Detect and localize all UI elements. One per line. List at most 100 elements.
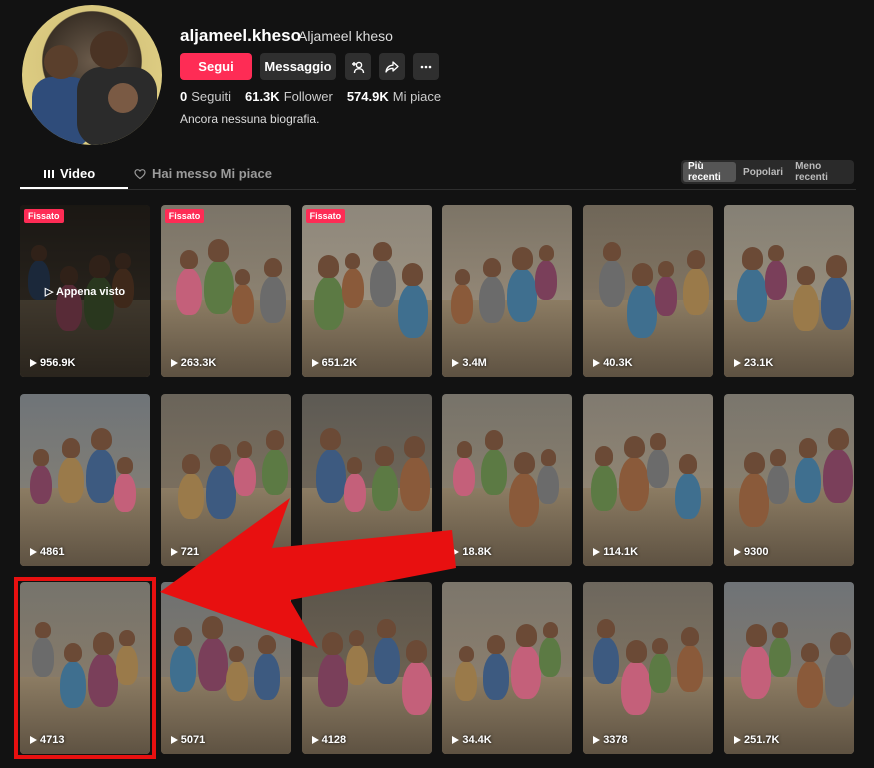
- video-card[interactable]: 23.1K: [724, 205, 854, 377]
- video-card[interactable]: 4128: [301, 582, 432, 754]
- play-icon: [593, 736, 601, 744]
- video-card[interactable]: 3378: [583, 582, 714, 754]
- view-count: 18.8K: [452, 546, 492, 558]
- thumbnail-figure: [683, 268, 710, 315]
- add-friend-button[interactable]: [345, 53, 371, 80]
- video-card[interactable]: 5071: [160, 582, 291, 754]
- message-button[interactable]: Messaggio: [260, 53, 336, 80]
- video-card[interactable]: 40.3K: [583, 205, 714, 377]
- video-card[interactable]: 18.8K: [442, 393, 573, 566]
- view-count: 114.1K: [593, 546, 638, 558]
- liked-lock-icon: [134, 168, 146, 179]
- thumbnail-figure: [621, 661, 652, 715]
- thumbnail-figure-head: [631, 263, 653, 286]
- thumbnail-figure-head: [542, 621, 559, 639]
- view-count-value: 263.3K: [180, 357, 217, 369]
- tab-video-label: Video: [60, 166, 96, 181]
- video-card[interactable]: ▷ Appena visto Fissato 956.9K: [20, 205, 150, 377]
- thumbnail-figure-head: [61, 438, 81, 458]
- thumbnail-figure: [317, 653, 348, 707]
- thumbnail-figure-head: [235, 268, 251, 286]
- thumbnail-figure-head: [681, 626, 700, 647]
- play-icon: [452, 359, 460, 367]
- thumbnail-figure: [535, 260, 558, 300]
- thumbnail-figure-head: [456, 441, 473, 458]
- thumbnail-figure-head: [90, 427, 112, 450]
- thumbnail-figure-head: [404, 435, 426, 458]
- stat-following[interactable]: 0 Seguiti: [180, 89, 231, 104]
- thumbnail-figure-head: [344, 252, 361, 270]
- thumbnail-figure-head: [322, 632, 344, 655]
- thumbnail-figure-head: [33, 449, 49, 466]
- thumbnail-figure: [793, 284, 819, 331]
- thumbnail-figure-head: [377, 618, 396, 639]
- thumbnail-figure-head: [210, 443, 232, 466]
- thumbnail-figure: [253, 653, 280, 700]
- play-icon: [311, 736, 319, 744]
- thumbnail-figure: [453, 456, 476, 497]
- thumbnail-figure: [114, 472, 136, 513]
- view-count-value: 3378: [603, 734, 628, 746]
- thumbnail-figure: [345, 645, 368, 685]
- thumbnail-figure: [197, 637, 228, 691]
- thumbnail-figure: [259, 276, 286, 323]
- thumbnail-figure: [369, 260, 396, 307]
- view-count: 263.3K: [170, 357, 217, 369]
- thumbnail-figure-head: [515, 624, 537, 647]
- thumbnail-figure-head: [373, 241, 392, 262]
- thumbnail-figure-head: [772, 621, 788, 639]
- thumbnail-figure: [341, 268, 364, 308]
- thumbnail-figure-head: [825, 255, 847, 278]
- thumbnail-figure-head: [117, 457, 133, 474]
- video-card[interactable]: 251.7K: [724, 582, 854, 754]
- thumbnail-figure: [399, 456, 430, 511]
- thumbnail-figure-head: [768, 244, 784, 262]
- thumbnail-figure: [86, 448, 116, 503]
- thumbnail-figure-head: [173, 626, 192, 647]
- video-card[interactable]: 721: [160, 393, 291, 566]
- thumbnail-figure: [591, 464, 618, 512]
- thumbnail-figure: [479, 276, 506, 323]
- follow-button[interactable]: Segui: [180, 53, 252, 80]
- thumbnail-figure: [507, 268, 538, 322]
- video-card[interactable]: [301, 393, 432, 566]
- tab-liked[interactable]: Hai messo Mi piace: [134, 166, 272, 181]
- video-card[interactable]: Fissato 263.3K: [160, 205, 291, 377]
- more-options-button[interactable]: [413, 53, 439, 80]
- tab-video[interactable]: Video: [44, 166, 95, 181]
- sort-recent[interactable]: Più recenti: [683, 161, 737, 183]
- view-count: 721: [170, 546, 199, 558]
- video-card[interactable]: 9300: [724, 393, 854, 566]
- play-icon: [170, 359, 178, 367]
- grid-icon: [44, 169, 54, 178]
- view-count-value: 3.4M: [462, 357, 487, 369]
- video-card[interactable]: 114.1K: [583, 393, 714, 566]
- thumbnail-figure: [823, 448, 853, 503]
- sort-popular[interactable]: Popolari: [738, 162, 788, 182]
- thumbnail-figure-head: [743, 451, 765, 474]
- video-card[interactable]: 34.4K: [442, 582, 573, 754]
- sort-oldest[interactable]: Meno recenti: [790, 161, 852, 183]
- thumbnail-figure: [795, 456, 821, 504]
- view-count: 9300: [734, 546, 768, 558]
- play-icon: [734, 736, 741, 744]
- profile-avatar[interactable]: [22, 5, 162, 145]
- video-card[interactable]: 3.4M: [442, 205, 573, 377]
- share-button[interactable]: [379, 53, 405, 80]
- video-card[interactable]: Fissato 651.2K: [301, 205, 432, 377]
- thumbnail-figure: [741, 645, 771, 699]
- thumbnail-figure-head: [800, 642, 820, 663]
- thumbnail-figure-head: [798, 438, 818, 458]
- thumbnail-figure-head: [658, 260, 674, 278]
- thumbnail-figure-head: [511, 247, 533, 270]
- view-count: 34.4K: [452, 734, 492, 746]
- thumbnail-figure-head: [679, 454, 698, 474]
- thumbnail-figure: [233, 456, 256, 497]
- stat-followers[interactable]: 61.3K Follower: [245, 89, 333, 104]
- play-icon: [452, 547, 460, 556]
- pinned-badge: Fissato: [24, 209, 64, 223]
- thumbnail-figure: [205, 464, 236, 519]
- video-card[interactable]: 4861: [20, 393, 150, 566]
- thumbnail-figure: [175, 268, 202, 315]
- thumbnail-figure: [767, 464, 789, 505]
